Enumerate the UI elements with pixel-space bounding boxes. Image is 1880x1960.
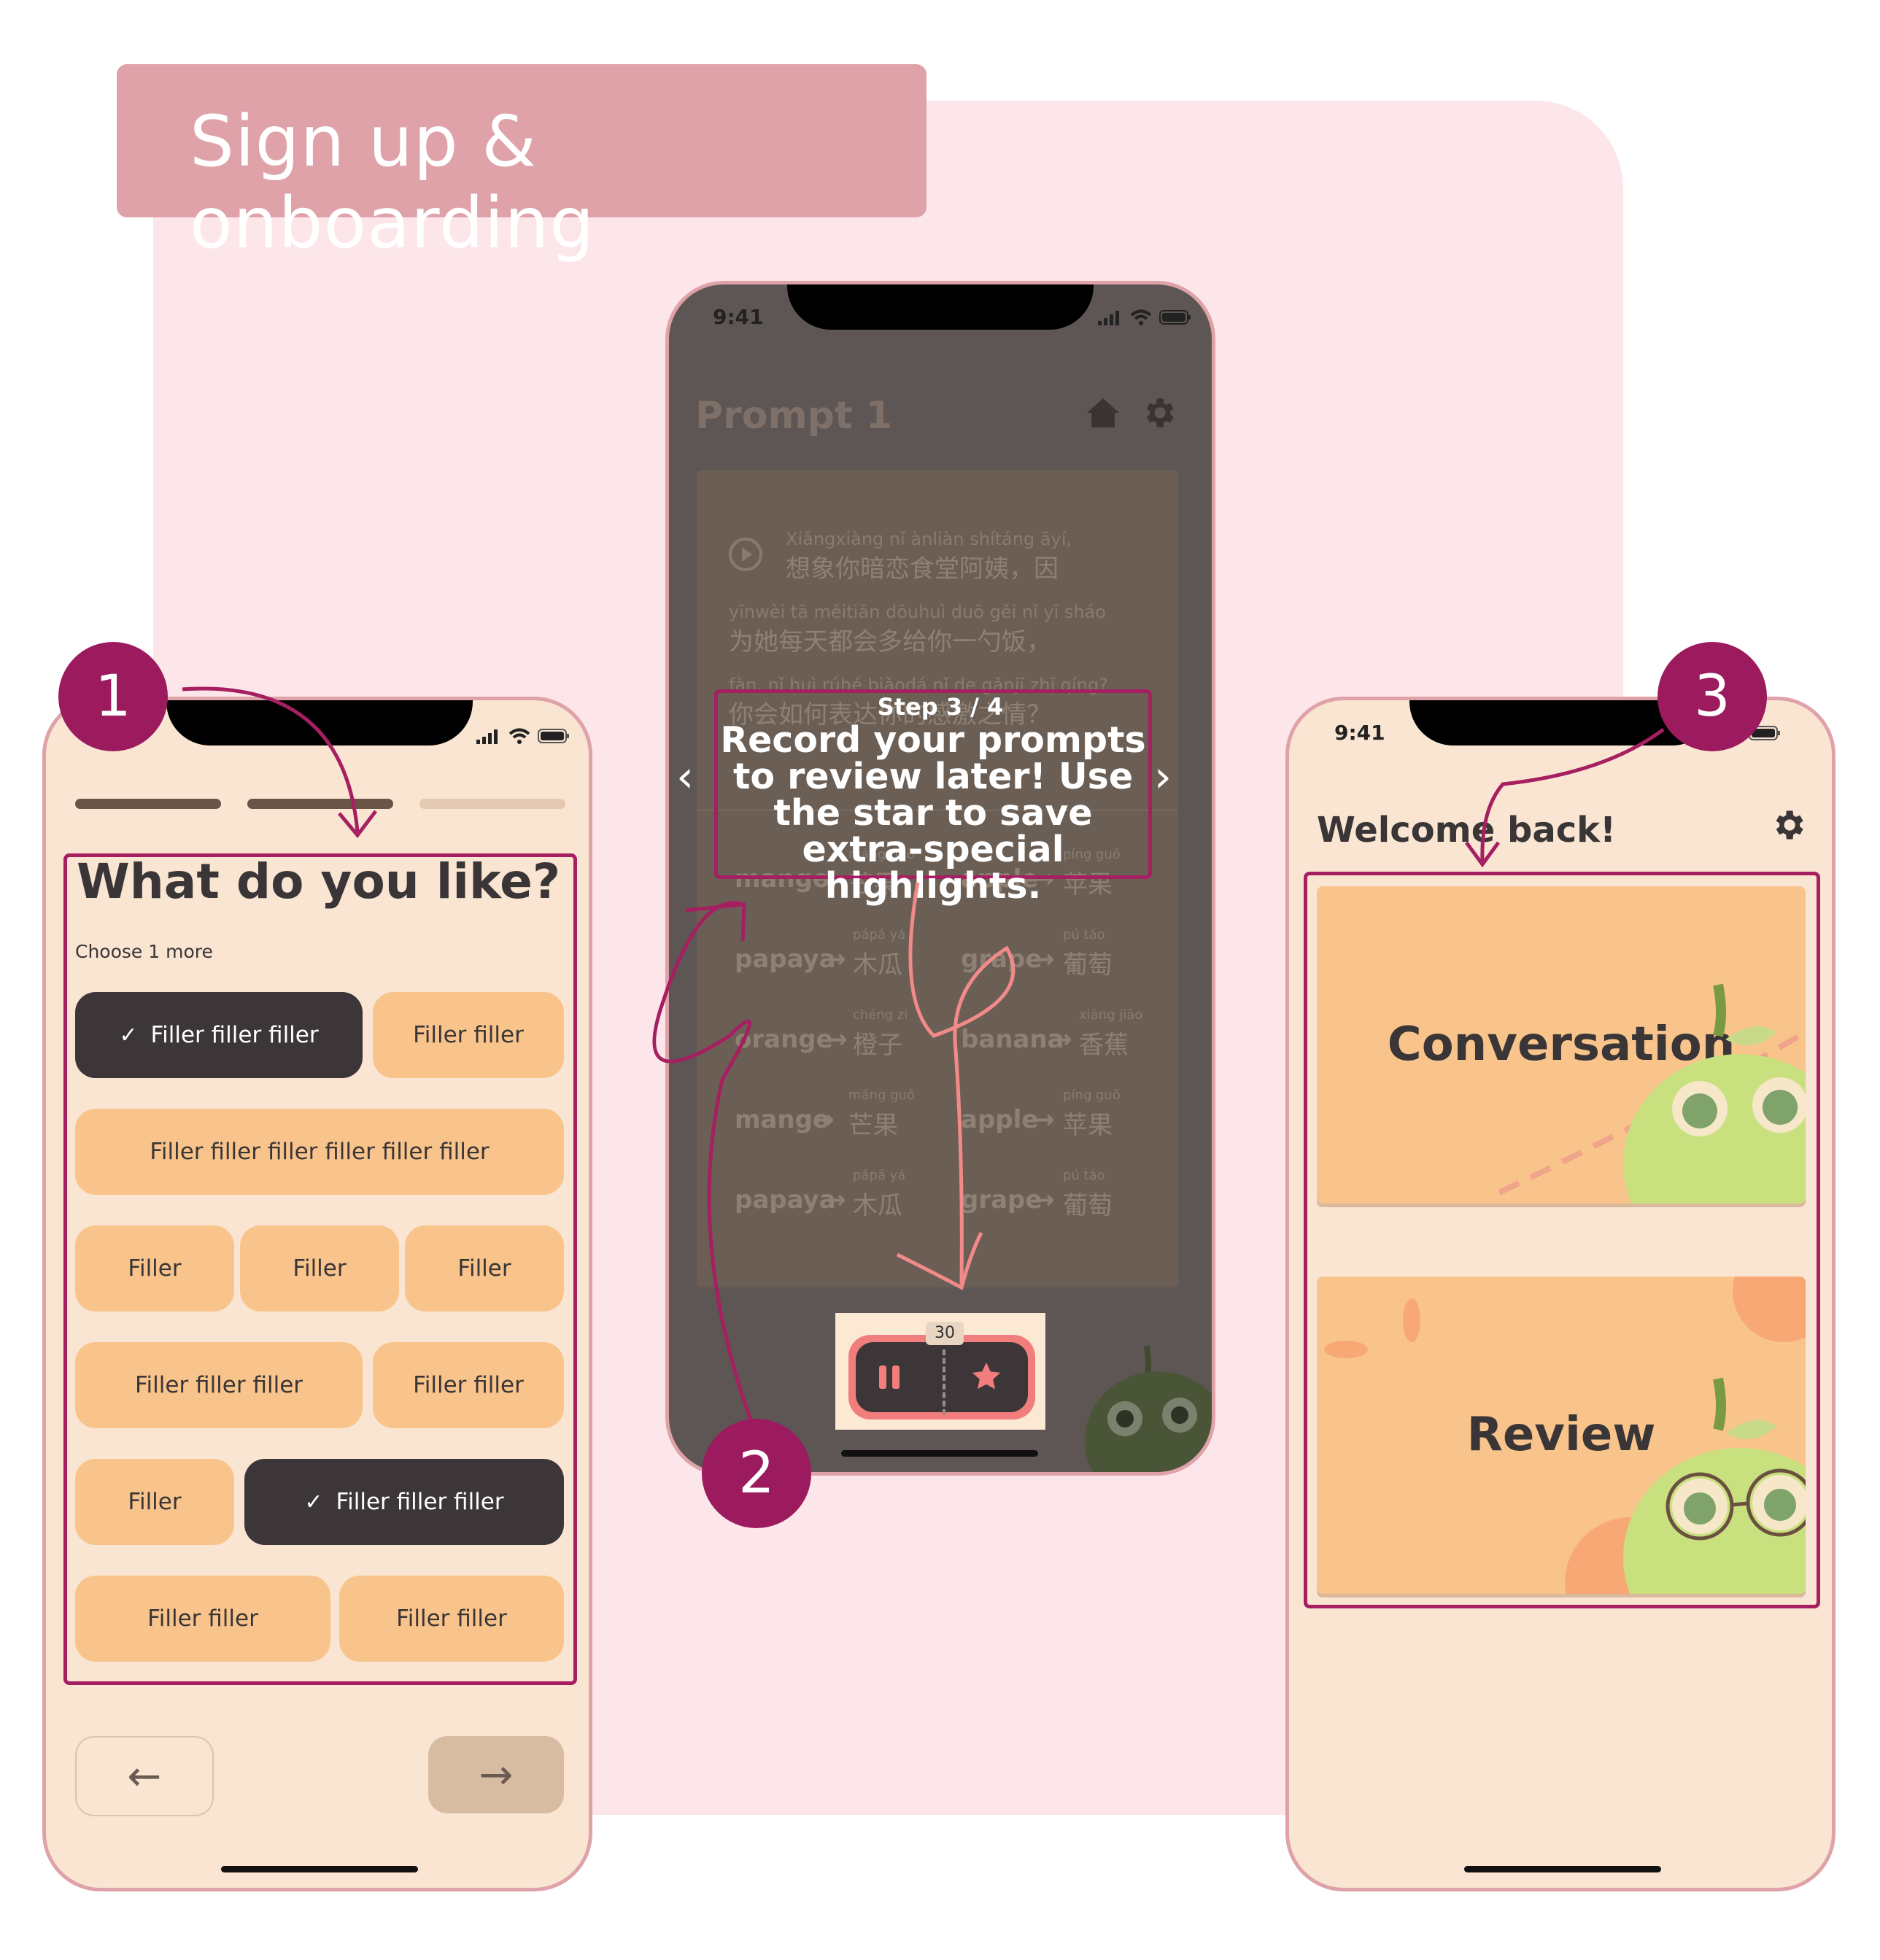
tutorial-text: Record your prompts to review later! Use… [720, 719, 1146, 907]
vocab-pinyin: máng guǒ [848, 1088, 915, 1103]
status-time: 9:41 [1334, 721, 1385, 745]
gear-icon[interactable] [1769, 806, 1807, 844]
battery-icon [538, 729, 569, 743]
vocab-pinyin: pú táo [1063, 927, 1105, 942]
home-indicator [1464, 1866, 1661, 1872]
status-time: 9:41 [713, 305, 764, 329]
gear-icon[interactable] [1140, 394, 1177, 432]
arrow-icon: → [1051, 1025, 1072, 1054]
highlight-frame [63, 853, 577, 1685]
status-icons [1098, 309, 1191, 325]
vocab-word: grape [961, 1185, 1042, 1215]
home-indicator [841, 1450, 1038, 1457]
arrow-icon: → [1034, 1185, 1055, 1215]
hanzi-line: 想象你暗恋食堂阿姨，因 [786, 554, 1059, 584]
vocab-word: banana [961, 1025, 1064, 1054]
section-title-card: Sign up & onboarding [117, 64, 927, 264]
status-icons [476, 728, 570, 744]
phone-home: 9:41 Welcome back! Conversation Review [1285, 697, 1835, 1891]
arrow-left-icon: ← [127, 1752, 162, 1800]
vocab-hanzi: 橙子 [853, 1031, 902, 1060]
tutorial-step: Step 3 / 4 [877, 693, 1004, 721]
wifi-icon [508, 728, 530, 744]
arrow-icon: → [827, 1025, 848, 1054]
play-icon[interactable] [727, 536, 764, 573]
chevron-left-icon[interactable]: ‹ [676, 751, 694, 802]
battery-icon [1159, 310, 1191, 325]
arrow-icon: → [813, 1105, 835, 1134]
playhead [943, 1349, 948, 1415]
welcome-heading: Welcome back! [1317, 810, 1616, 851]
vocab-pinyin: pápá yá [853, 927, 906, 942]
step-badge-1: 1 [58, 642, 168, 751]
chevron-right-icon[interactable]: › [1154, 751, 1172, 802]
arrow-icon: → [1034, 945, 1055, 974]
recording-timer: 30 [926, 1322, 964, 1345]
vocab-word: apple [961, 1105, 1039, 1134]
arrow-icon: → [825, 1185, 846, 1215]
vocab-pinyin: píng guǒ [1063, 1088, 1121, 1103]
vocab-word: papaya [735, 1185, 836, 1215]
progress-step-3 [419, 799, 565, 809]
vocab-hanzi: 葡萄 [1063, 950, 1113, 980]
vocab-pinyin: pápá yá [853, 1168, 906, 1183]
section-title: Sign up & onboarding [190, 101, 595, 264]
arrow-icon: → [1034, 1105, 1055, 1134]
home-icon[interactable] [1085, 395, 1121, 429]
vocab-word: orange [735, 1025, 833, 1054]
signal-icon [476, 729, 498, 744]
arrow-icon: → [825, 945, 846, 974]
hanzi-line: 为她每天都会多给你一勺饭， [729, 627, 1051, 656]
back-button[interactable]: ← [75, 1736, 214, 1816]
star-icon[interactable] [970, 1360, 1003, 1393]
wifi-icon [1130, 309, 1152, 325]
vocab-word: papaya [735, 945, 836, 974]
notch [166, 700, 473, 745]
highlight-frame [1304, 872, 1820, 1608]
pause-icon[interactable] [875, 1363, 904, 1392]
pear-mascot-icon [1085, 1345, 1212, 1472]
next-button[interactable]: → [428, 1736, 564, 1813]
vocab-hanzi: 木瓜 [853, 950, 902, 980]
prompt-title: Prompt 1 [695, 394, 893, 438]
vocab-hanzi: 苹果 [1063, 1111, 1113, 1140]
pinyin-line: Xiǎngxiàng nǐ ànliàn shítáng āyí, [786, 529, 1072, 549]
step-badge-3: 3 [1657, 642, 1767, 751]
pinyin-line: yīnwèi tā měitiān dōuhuì duō gěi nǐ yī s… [729, 602, 1106, 622]
arrow-right-icon: → [479, 1751, 514, 1799]
vocab-hanzi: 木瓜 [853, 1191, 902, 1220]
home-indicator [221, 1866, 418, 1872]
progress-step-2 [247, 799, 393, 809]
vocab-pinyin: xiāng jiāo [1079, 1007, 1143, 1023]
vocab-hanzi: 葡萄 [1063, 1191, 1113, 1220]
vocab-hanzi: 香蕉 [1079, 1031, 1129, 1060]
vocab-word: grape [961, 945, 1042, 974]
vocab-pinyin: pú táo [1063, 1168, 1105, 1183]
progress-step-1 [75, 799, 221, 809]
signal-icon [1098, 311, 1119, 325]
phone-onboarding-preferences: What do you like? Choose 1 more ✓ Filler … [42, 697, 592, 1891]
vocab-pinyin: chéng zi [853, 1007, 908, 1023]
step-badge-2: 2 [702, 1419, 811, 1528]
notch [787, 284, 1094, 330]
phone-prompt-recording: 9:41 Prompt 1 Xiǎngxiàng nǐ ànliàn shítá… [665, 281, 1215, 1476]
vocab-hanzi: 芒果 [848, 1111, 898, 1140]
